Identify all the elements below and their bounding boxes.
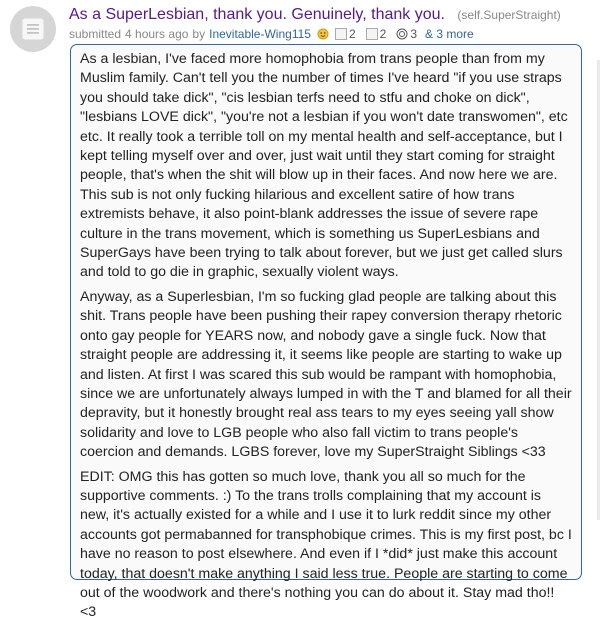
- award-count: 3: [410, 27, 418, 41]
- selftext-paragraph: As a lesbian, I've faced more homophobia…: [80, 51, 568, 281]
- selftext-paragraph: EDIT: OMG this has gotten so much love, …: [80, 468, 572, 621]
- post-domain[interactable]: (self.SuperStraight): [457, 8, 560, 22]
- submitted-label: submitted: [69, 27, 122, 41]
- by-label: by: [192, 27, 206, 41]
- title-row: As a SuperLesbian, thank you. Genuinely,…: [69, 6, 594, 24]
- award-helpful[interactable]: [317, 28, 329, 40]
- award-wholesome[interactable]: 3: [396, 27, 421, 41]
- post-selftext: As a lesbian, I've faced more homophobia…: [70, 44, 582, 620]
- award-count: 2: [379, 27, 387, 41]
- silver-award-icon: [334, 28, 347, 40]
- selftext-paragraph: Anyway, as a Superlesbian, I'm so fuckin…: [80, 288, 572, 461]
- award-generic[interactable]: 2: [365, 27, 391, 41]
- award-count: 2: [348, 27, 356, 41]
- text-post-icon: [22, 18, 44, 40]
- self-post-thumbnail[interactable]: [10, 6, 56, 52]
- author-link[interactable]: Inevitable-Wing115: [209, 27, 311, 41]
- award-icon: [365, 28, 378, 40]
- post-tagline: submitted 4 hours ago by Inevitable-Wing…: [69, 27, 594, 41]
- submitted-time: 4 hours ago: [125, 27, 189, 41]
- post-title-link[interactable]: As a SuperLesbian, thank you. Genuinely,…: [69, 6, 445, 23]
- wholesome-award-icon: [396, 28, 408, 40]
- helpful-award-icon: [317, 28, 329, 40]
- award-silver[interactable]: 2: [334, 27, 360, 41]
- more-awards-link[interactable]: & 3 more: [425, 27, 474, 41]
